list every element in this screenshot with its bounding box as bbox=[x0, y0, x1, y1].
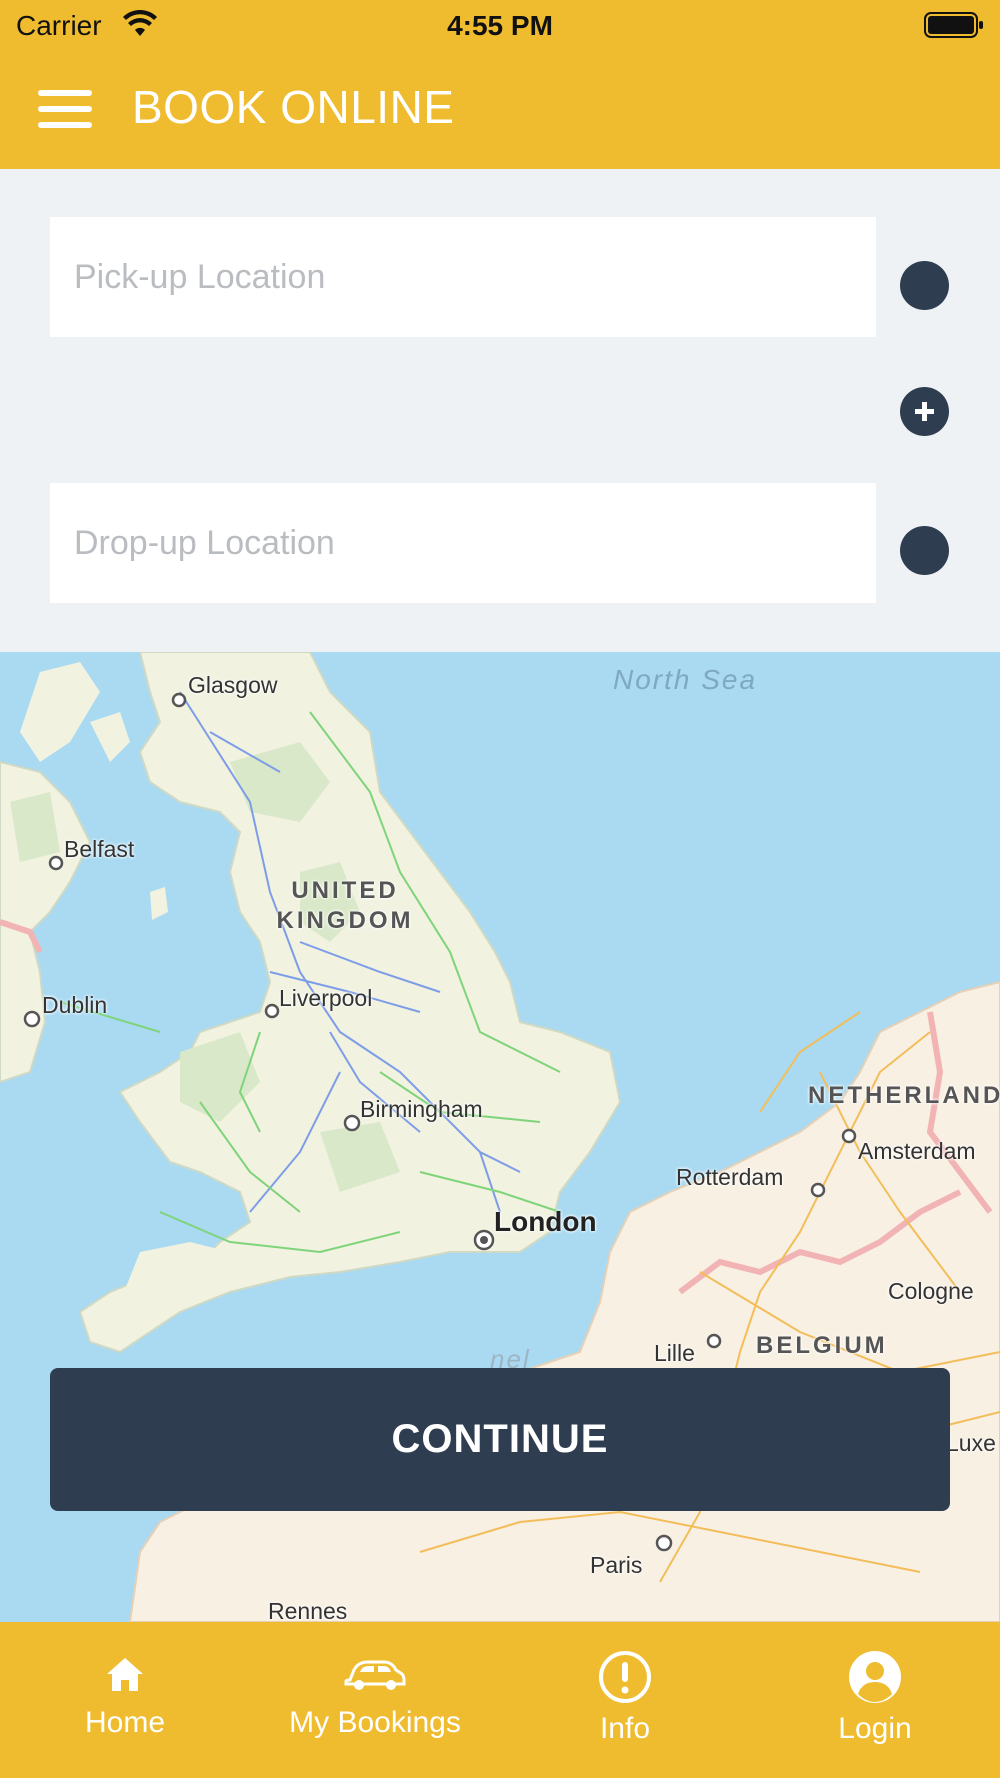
user-icon bbox=[849, 1651, 901, 1703]
home-icon bbox=[107, 1658, 143, 1691]
map-label-birmingham: Birmingham bbox=[360, 1096, 483, 1122]
continue-button[interactable]: CONTINUE bbox=[50, 1368, 950, 1511]
map-label-london: London bbox=[494, 1206, 597, 1237]
map-label-rennes: Rennes bbox=[268, 1598, 348, 1622]
page-title: BOOK ONLINE bbox=[132, 81, 455, 133]
status-time: 4:55 PM bbox=[447, 10, 553, 41]
map-label-luxembourg: Luxe bbox=[946, 1430, 996, 1456]
book-online-screen: Carrier 4:55 PM BOOK ONLINE Pick-up Loca… bbox=[0, 0, 1000, 1778]
tab-login[interactable]: Login bbox=[805, 1622, 945, 1778]
tab-label-home: Home bbox=[84, 1706, 166, 1739]
tab-info[interactable]: Info bbox=[555, 1622, 695, 1778]
app-header: BOOK ONLINE bbox=[0, 50, 1000, 169]
status-bar: Carrier 4:55 PM bbox=[0, 0, 1000, 50]
map-label-cologne: Cologne bbox=[888, 1278, 974, 1304]
tab-home[interactable]: Home bbox=[40, 1622, 210, 1778]
plus-icon bbox=[915, 402, 934, 421]
info-icon bbox=[599, 1651, 651, 1703]
add-stop-button[interactable] bbox=[900, 387, 949, 436]
tab-my-bookings[interactable]: My Bookings bbox=[275, 1622, 475, 1778]
map-label-glasgow: Glasgow bbox=[188, 672, 278, 698]
dropoff-marker-button[interactable] bbox=[900, 526, 949, 575]
hamburger-menu-icon[interactable] bbox=[38, 90, 92, 130]
map-label-united-kingdom: UNITED KINGDOM bbox=[276, 877, 414, 934]
map-label-amsterdam: Amsterdam bbox=[858, 1138, 976, 1164]
tab-label-login: Login bbox=[838, 1712, 912, 1745]
map-label-rotterdam: Rotterdam bbox=[676, 1164, 784, 1190]
battery-icon bbox=[924, 12, 983, 38]
tab-label-my-bookings: My Bookings bbox=[289, 1706, 461, 1739]
location-form bbox=[0, 169, 1000, 652]
map-label-dublin: Dublin bbox=[42, 992, 108, 1018]
map-label-liverpool: Liverpool bbox=[279, 985, 373, 1011]
map-label-north-sea: North Sea bbox=[613, 664, 758, 695]
pickup-marker-button[interactable] bbox=[900, 261, 949, 310]
map-label-netherlands: NETHERLAND bbox=[808, 1082, 1000, 1109]
dropoff-location-input[interactable] bbox=[50, 483, 876, 603]
map-label-paris: Paris bbox=[590, 1552, 643, 1578]
map-label-belfast: Belfast bbox=[64, 836, 135, 862]
car-icon bbox=[344, 1660, 406, 1690]
bottom-tab-bar: Home My Bookings Info Login bbox=[0, 1622, 1000, 1778]
map-label-belgium: BELGIUM bbox=[756, 1332, 888, 1359]
map-label-lille: Lille bbox=[654, 1340, 695, 1366]
tab-label-info: Info bbox=[599, 1712, 651, 1745]
pickup-location-input[interactable] bbox=[50, 217, 876, 337]
